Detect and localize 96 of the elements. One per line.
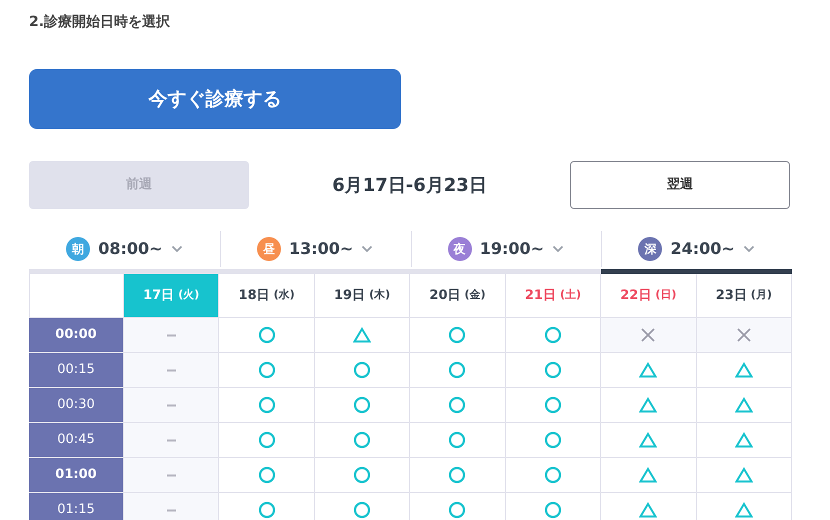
- circle-icon: [258, 361, 276, 379]
- slot-cell[interactable]: [218, 388, 314, 423]
- slot-cell[interactable]: [218, 458, 314, 493]
- slot-cell[interactable]: [314, 353, 410, 388]
- cross-icon: [641, 328, 656, 342]
- triangle-icon: [639, 432, 658, 448]
- period-badge: 朝: [66, 237, 90, 261]
- circle-icon: [258, 501, 276, 519]
- slot-cell[interactable]: [409, 388, 505, 423]
- circle-icon: [544, 396, 562, 414]
- triangle-icon: [734, 362, 753, 378]
- dash-icon: [166, 474, 176, 476]
- slot-cell[interactable]: [600, 458, 696, 493]
- triangle-icon: [639, 362, 658, 378]
- slot-cell[interactable]: [600, 353, 696, 388]
- slot-cell[interactable]: [600, 388, 696, 423]
- period-badge: 昼: [256, 237, 281, 261]
- slot-cell[interactable]: [218, 423, 314, 458]
- consult-now-button[interactable]: 今すぐ診療する: [29, 69, 401, 129]
- triangle-icon: [639, 467, 658, 483]
- slot-cell[interactable]: [504, 388, 600, 423]
- dash-icon: [166, 404, 176, 406]
- week-range: 6月17日-6月23日: [332, 174, 487, 198]
- tab-time: 08:00~: [98, 238, 163, 260]
- circle-icon: [353, 466, 372, 484]
- circle-icon: [258, 326, 276, 344]
- cross-icon: [736, 328, 751, 342]
- tab-time: 24:00~: [670, 238, 735, 260]
- tab-time: 13:00~: [288, 238, 354, 260]
- circle-icon: [544, 466, 562, 484]
- slot-cell[interactable]: [696, 388, 791, 423]
- chevron-down-icon: [170, 245, 183, 253]
- triangle-icon: [353, 327, 372, 343]
- slot-cell[interactable]: [504, 353, 600, 388]
- dash-icon: [166, 334, 176, 336]
- triangle-icon: [639, 397, 658, 413]
- triangle-icon: [639, 502, 658, 518]
- triangle-icon: [734, 502, 753, 518]
- time-cell: 01:15: [29, 493, 123, 520]
- slot-cell[interactable]: [696, 458, 791, 493]
- slot-cell[interactable]: [504, 458, 600, 493]
- triangle-icon: [734, 467, 753, 483]
- slot-cell[interactable]: [314, 388, 410, 423]
- slot-cell[interactable]: [696, 353, 791, 388]
- circle-icon: [544, 501, 562, 519]
- slot-cell[interactable]: [314, 458, 410, 493]
- slot-cell[interactable]: [409, 458, 505, 493]
- circle-icon: [448, 501, 466, 519]
- circle-icon: [258, 396, 276, 414]
- circle-icon: [258, 431, 276, 449]
- slot-cell[interactable]: [314, 493, 410, 520]
- slot-cell[interactable]: [409, 353, 505, 388]
- time-tab[interactable]: 昼 13:00~: [220, 229, 410, 274]
- triangle-icon: [734, 397, 753, 413]
- slot-cell[interactable]: [314, 423, 410, 458]
- circle-icon: [353, 361, 372, 379]
- time-tab[interactable]: 夜 19:00~: [410, 229, 602, 274]
- time-cell: 01:00: [29, 458, 123, 493]
- period-badge: 深: [638, 237, 662, 261]
- circle-icon: [258, 466, 276, 484]
- dash-icon: [166, 368, 176, 372]
- slot-cell[interactable]: [504, 423, 600, 458]
- time-cell: 00:45: [29, 423, 123, 458]
- circle-icon: [448, 431, 466, 449]
- circle-icon: [544, 361, 562, 379]
- circle-icon: [448, 466, 466, 484]
- circle-icon: [544, 431, 562, 449]
- time-cell: 00:15: [29, 353, 123, 388]
- time-tab[interactable]: 深 24:00~: [601, 229, 792, 274]
- circle-icon: [353, 431, 372, 449]
- next-week-button[interactable]: 翌週: [570, 161, 790, 209]
- chevron-down-icon: [742, 245, 755, 253]
- section-title: 2.診療開始日時を選択: [29, 13, 172, 32]
- circle-icon: [544, 326, 562, 344]
- slot-cell[interactable]: [600, 423, 696, 458]
- circle-icon: [448, 396, 466, 414]
- slot-cell[interactable]: [314, 318, 410, 353]
- slot-cell[interactable]: [218, 318, 314, 353]
- period-badge: 夜: [448, 237, 472, 261]
- slot-cell[interactable]: [504, 318, 600, 353]
- tab-time: 19:00~: [480, 238, 544, 260]
- circle-icon: [448, 361, 466, 379]
- circle-icon: [353, 501, 372, 519]
- circle-icon: [448, 326, 466, 344]
- slot-cell[interactable]: [409, 318, 505, 353]
- time-cell: 00:30: [29, 388, 123, 423]
- slot-cell[interactable]: [696, 423, 791, 458]
- slot-cell[interactable]: [218, 353, 314, 388]
- chevron-down-icon: [361, 245, 374, 253]
- slot-cell[interactable]: [409, 423, 505, 458]
- dash-icon: [166, 438, 176, 442]
- time-cell: 00:00: [29, 318, 123, 353]
- triangle-icon: [734, 432, 753, 448]
- chevron-down-icon: [552, 245, 564, 253]
- dash-icon: [166, 508, 176, 512]
- circle-icon: [353, 396, 372, 414]
